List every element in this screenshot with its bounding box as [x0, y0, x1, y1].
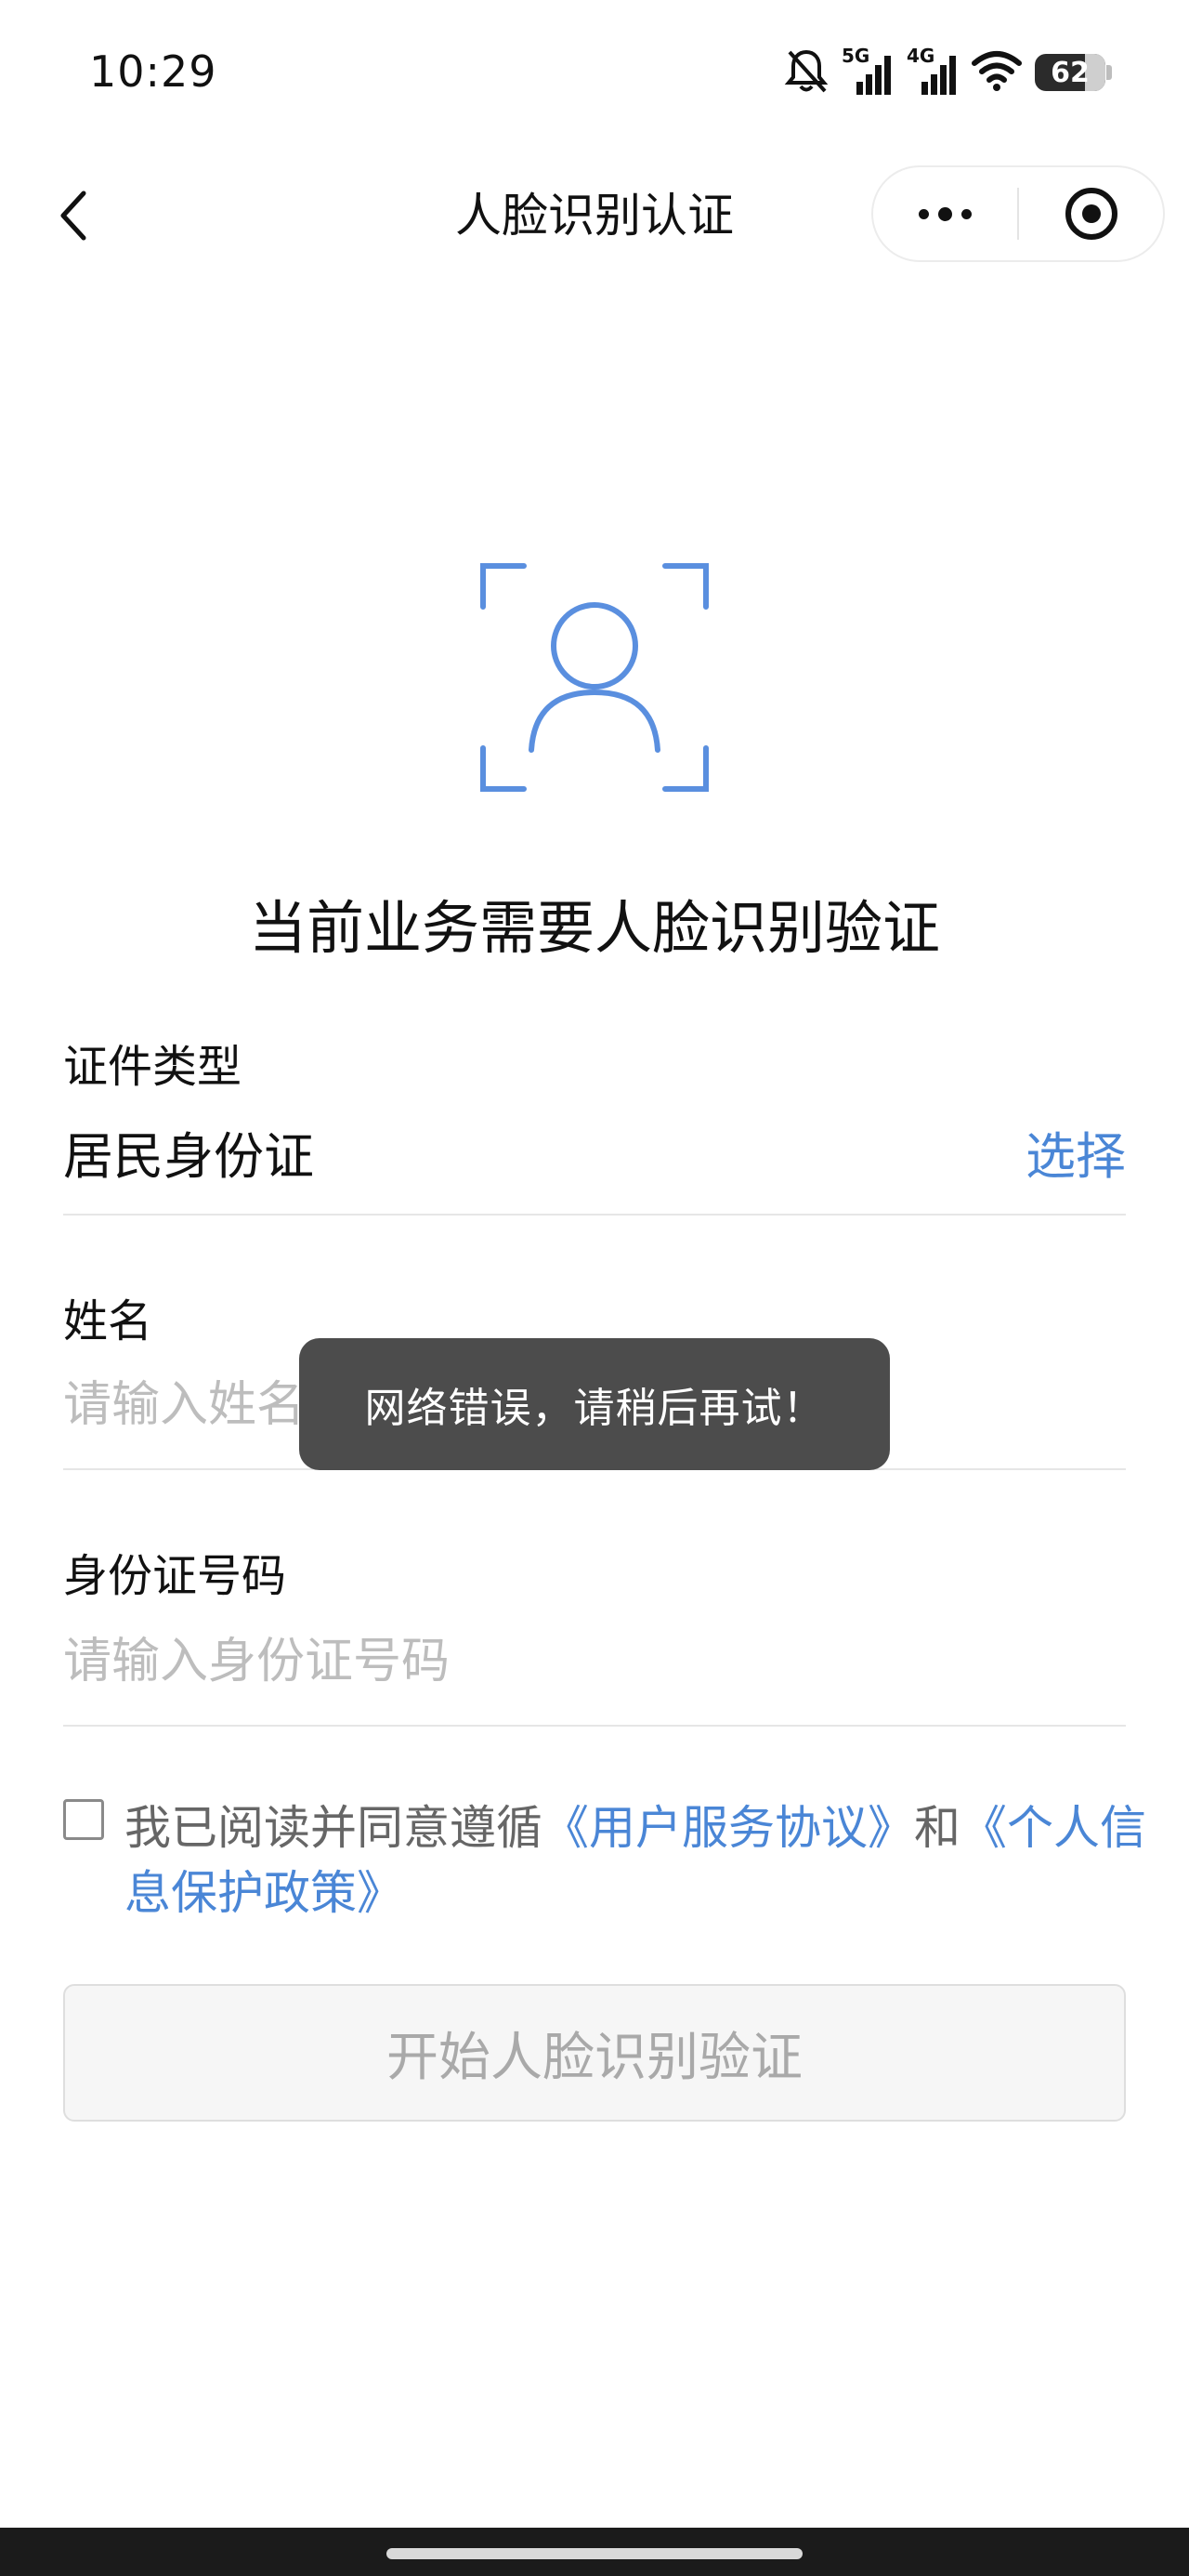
id-number-field: 身份证号码: [63, 1539, 1126, 1728]
divider: [63, 1214, 1126, 1216]
gesture-bar: [0, 2528, 1189, 2576]
battery-icon: 62: [1035, 54, 1112, 91]
nav-bar: 人脸识别认证: [0, 158, 1189, 269]
headline: 当前业务需要人脸识别验证: [248, 894, 940, 962]
id-number-label: 身份证号码: [63, 1550, 287, 1602]
status-icons: 5G 4G 62: [784, 45, 1112, 100]
user-service-agreement-link[interactable]: 《用户服务协议》: [542, 1801, 914, 1855]
status-time: 10:29: [89, 46, 217, 97]
home-indicator[interactable]: [386, 2548, 803, 2559]
agree-checkbox[interactable]: [63, 1799, 104, 1840]
signal-5g-icon: 5G: [842, 45, 894, 97]
battery-level: 62: [1051, 56, 1090, 89]
mini-program-capsule: [871, 165, 1165, 262]
more-dots-icon: [919, 206, 972, 221]
close-button[interactable]: [1019, 167, 1163, 260]
agreement-text: 我已阅读并同意遵循《用户服务协议》和《个人信息保护政策》: [124, 1795, 1146, 1925]
face-scan-icon: [479, 562, 710, 793]
start-face-verification-button[interactable]: 开始人脸识别验证: [63, 1984, 1126, 2122]
wifi-icon: [972, 50, 1022, 95]
id-type-value: 居民身份证: [63, 1127, 314, 1186]
target-circle-icon: [1065, 188, 1117, 240]
id-type-field: 证件类型 居民身份证 选择: [63, 1030, 1126, 1216]
error-toast: 网络错误，请稍后再试！: [299, 1338, 890, 1470]
select-id-type-button[interactable]: 选择: [1026, 1115, 1126, 1189]
more-button[interactable]: [873, 167, 1017, 260]
status-bar: 10:29 5G 4G 62: [0, 0, 1189, 149]
id-type-label: 证件类型: [63, 1041, 242, 1093]
id-number-input[interactable]: [63, 1628, 1126, 1695]
bell-muted-icon: [784, 46, 829, 99]
agreement-prefix: 我已阅读并同意遵循: [124, 1801, 542, 1855]
agreement-middle: 和: [914, 1801, 960, 1855]
signal-4g-icon: 4G: [907, 45, 959, 97]
divider: [63, 1725, 1126, 1727]
